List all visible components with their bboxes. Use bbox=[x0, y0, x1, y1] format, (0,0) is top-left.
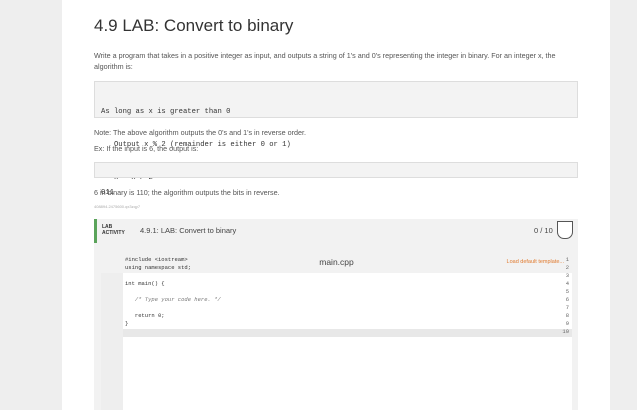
line-number: 7 bbox=[565, 304, 569, 311]
lab-score: 0 / 10 bbox=[534, 226, 553, 235]
line-number-gutter bbox=[101, 273, 123, 410]
line-number: 2 bbox=[565, 264, 569, 271]
example-intro: Ex: If the input is 6, the output is: bbox=[94, 144, 199, 153]
code-line[interactable]: using namespace std; bbox=[125, 264, 191, 271]
lab-activity-label: LAB ACTIVITY bbox=[102, 224, 125, 236]
content-page: 4.9 LAB: Convert to binary Write a progr… bbox=[62, 0, 610, 410]
active-line-highlight bbox=[101, 329, 572, 337]
load-default-template-link[interactable]: Load default template... bbox=[507, 259, 564, 265]
code-line[interactable]: } bbox=[125, 320, 128, 327]
code-line[interactable]: return 0; bbox=[125, 312, 165, 319]
line-number: 9 bbox=[565, 320, 569, 327]
code-line[interactable]: #include <iostream> bbox=[125, 256, 188, 263]
problem-description: Write a program that takes in a positive… bbox=[94, 51, 556, 71]
completion-badge-icon bbox=[557, 221, 573, 239]
example-output-box: 011 bbox=[94, 162, 578, 197]
line-number: 10 bbox=[562, 328, 569, 335]
line-number: 8 bbox=[565, 312, 569, 319]
lab-activity: LAB ACTIVITY 4.9.1: LAB: Convert to bina… bbox=[94, 219, 578, 410]
lab-name: 4.9.1: LAB: Convert to binary bbox=[140, 226, 237, 235]
explanation-text: 6 in binary is 110; the algorithm output… bbox=[94, 188, 280, 197]
content-hash: 408894.2475600.qx3zqy7 bbox=[94, 204, 141, 209]
algorithm-line: As long as x is greater than 0 bbox=[101, 108, 231, 116]
page-title: 4.9 LAB: Convert to binary bbox=[94, 16, 294, 35]
code-editor[interactable]: main.cpp Load default template... 1 2 3 … bbox=[101, 251, 572, 410]
code-line[interactable]: /* Type your code here. */ bbox=[125, 296, 221, 303]
code-line[interactable]: int main() { bbox=[125, 280, 165, 287]
line-number: 6 bbox=[565, 296, 569, 303]
algorithm-box: As long as x is greater than 0 Output x … bbox=[94, 81, 578, 182]
line-number: 4 bbox=[565, 280, 569, 287]
note-text: Note: The above algorithm outputs the 0'… bbox=[94, 128, 306, 137]
lab-label-line2: ACTIVITY bbox=[102, 230, 125, 236]
line-number: 1 bbox=[565, 256, 569, 263]
lab-accent-bar bbox=[94, 219, 97, 243]
line-number: 5 bbox=[565, 288, 569, 295]
line-number: 3 bbox=[565, 272, 569, 279]
